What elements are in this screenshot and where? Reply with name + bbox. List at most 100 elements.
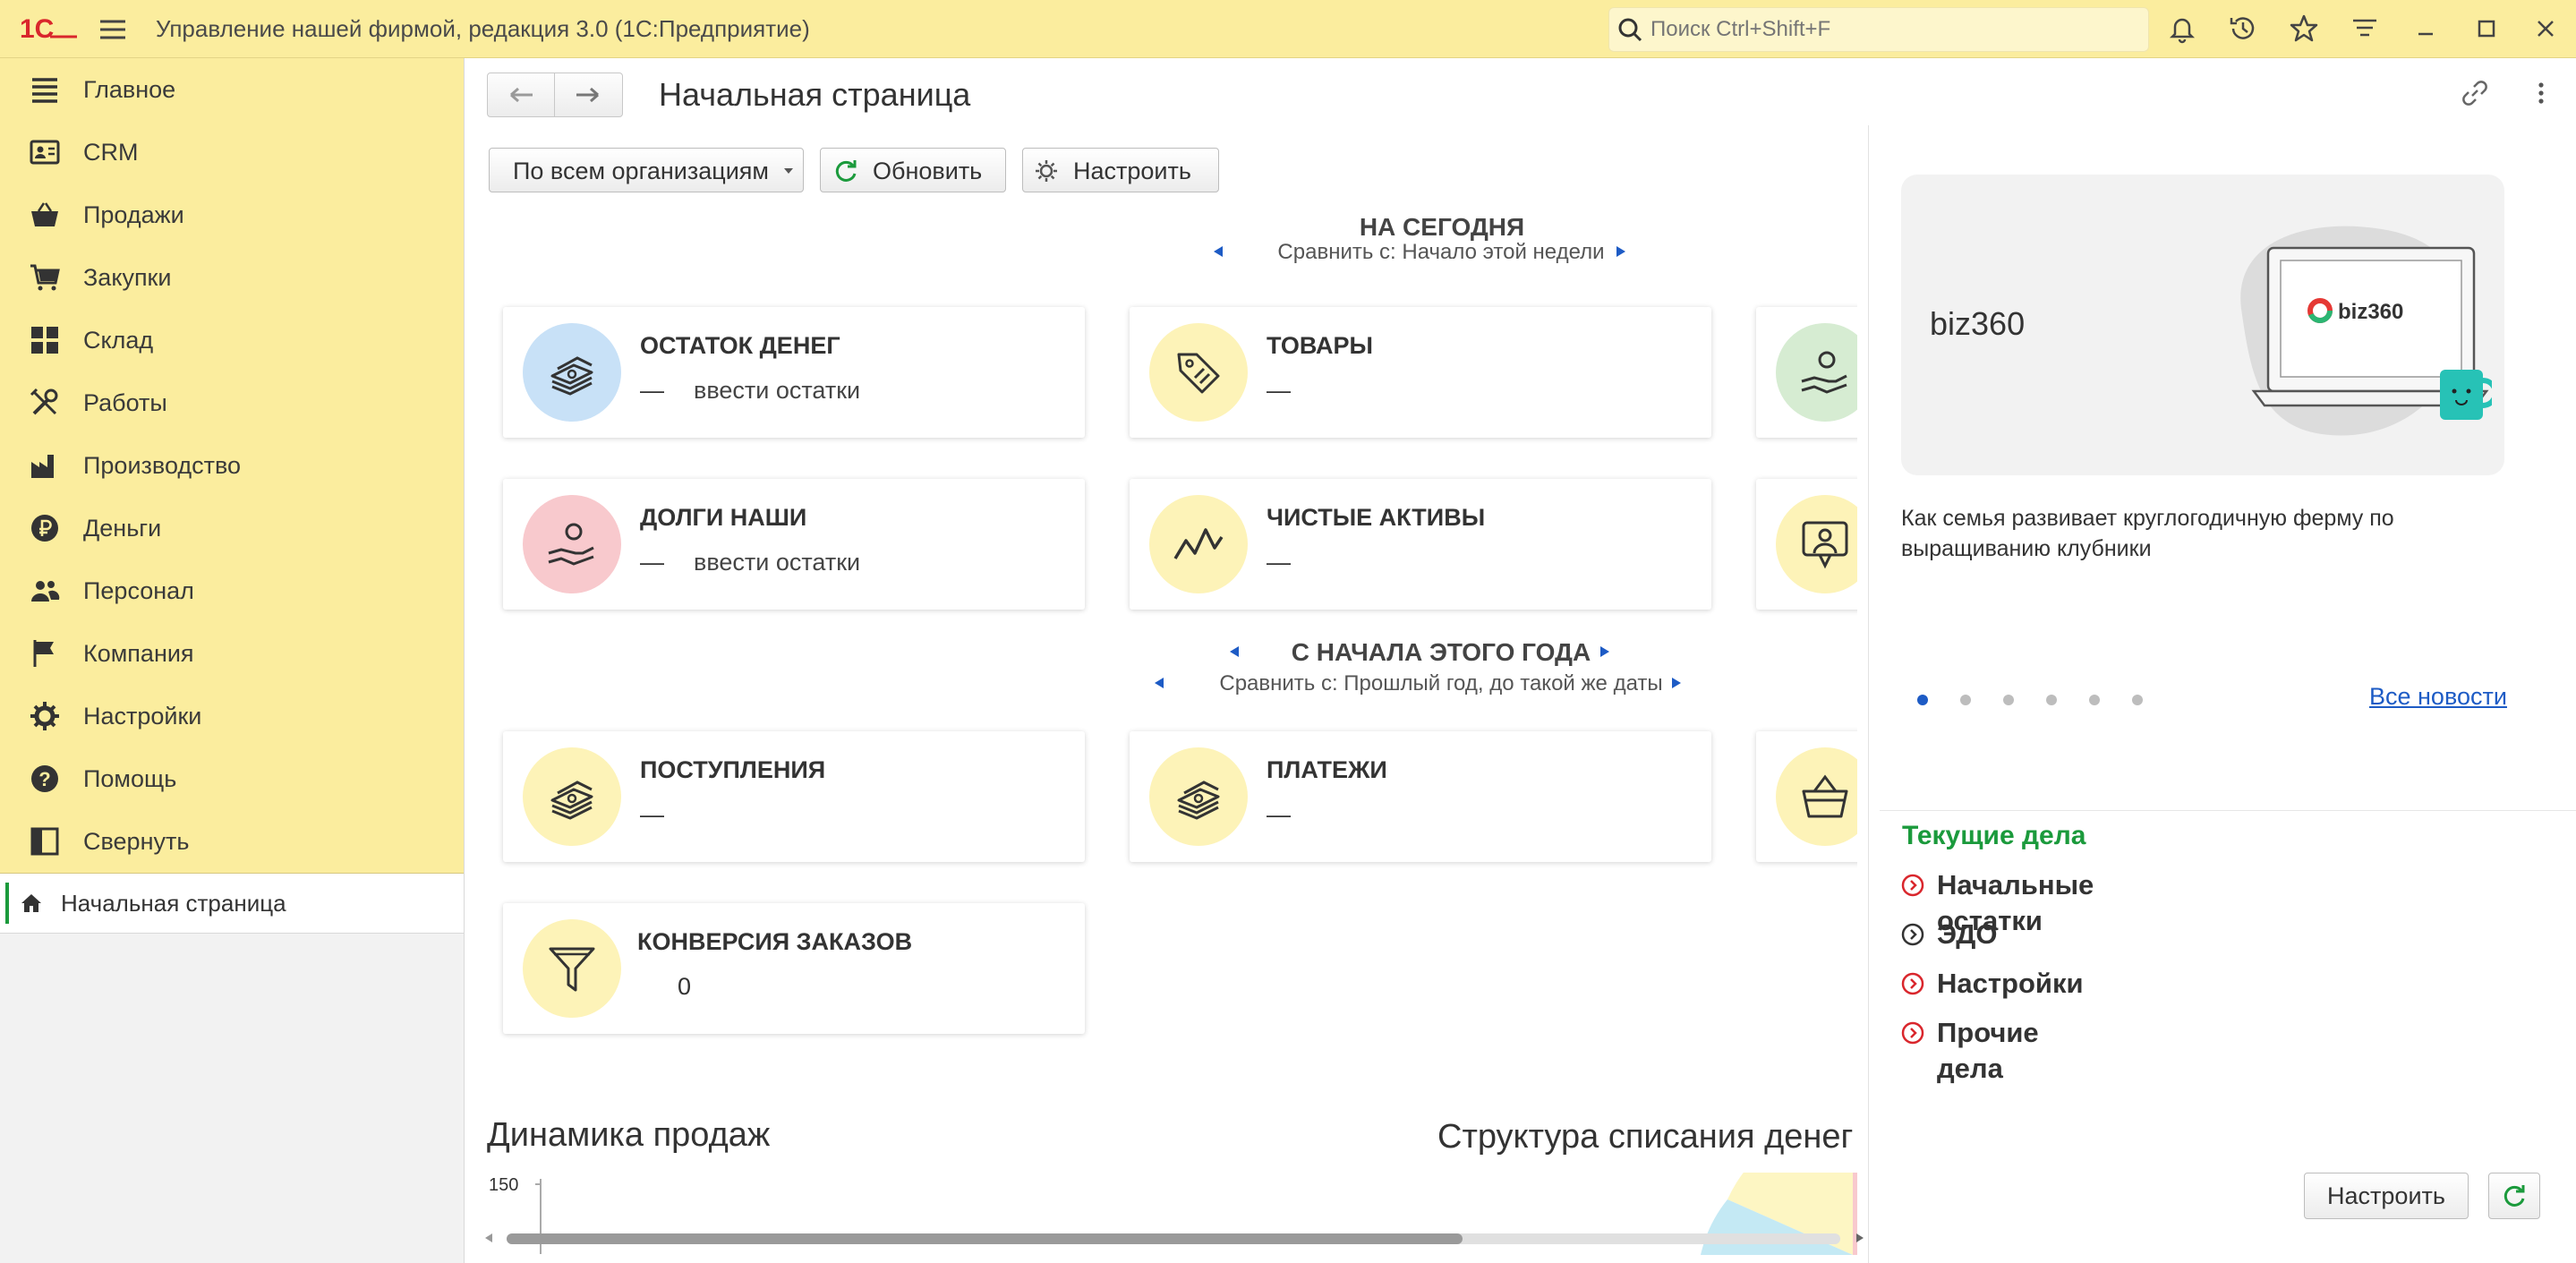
card-note[interactable]: ввести остатки <box>694 377 860 405</box>
money-stack-icon <box>523 323 621 422</box>
card-value: — <box>640 377 664 404</box>
presenter-icon <box>1776 495 1857 593</box>
pager-dot-active[interactable] <box>1917 695 1928 705</box>
search-box[interactable] <box>1608 7 2149 52</box>
pager-dot[interactable] <box>1960 695 1971 705</box>
card-note[interactable]: ввести остатки <box>694 549 860 576</box>
today-heading: НА СЕГОДНЯ <box>1359 213 1525 241</box>
pager-dot[interactable] <box>2089 695 2100 705</box>
year-compare-label[interactable]: Сравнить с: Прошлый год, до такой же дат… <box>1181 671 1701 696</box>
sidebar-item-label: Главное <box>83 76 176 103</box>
sections-panel: Главное CRM Продажи Закупки Склад Работы… <box>0 58 464 874</box>
chevron-circle-icon <box>1901 1021 1924 1045</box>
svg-text:biz360: biz360 <box>2338 300 2403 324</box>
card-receivables[interactable] <box>1756 307 1857 438</box>
sidebar-item-works[interactable]: Работы <box>0 371 464 434</box>
panel-divider <box>1868 125 1869 1263</box>
minimize-icon[interactable] <box>2410 13 2442 45</box>
news-brand: biz360 <box>1930 305 2026 342</box>
card-title: ТОВАРЫ <box>1267 332 1373 359</box>
warehouse-grid-icon <box>31 327 58 354</box>
basket-icon <box>1776 747 1857 846</box>
hand-person-icon <box>1776 323 1857 422</box>
card-cash-balance[interactable]: ОСТАТОК ДЕНЕГ — ввести остатки <box>503 307 1085 438</box>
sidebar-item-collapse[interactable]: Свернуть <box>0 810 464 873</box>
chevron-circle-icon <box>1901 874 1924 897</box>
chevron-circle-icon <box>1901 972 1924 995</box>
search-icon <box>1618 18 1642 42</box>
ruble-icon <box>31 515 58 542</box>
list-icon <box>32 78 57 103</box>
sidebar-item-production[interactable]: Производство <box>0 434 464 497</box>
sidebar-item-help[interactable]: ? Помощь <box>0 747 464 810</box>
card-net-assets[interactable]: ЧИСТЫЕ АКТИВЫ — <box>1130 479 1711 610</box>
sidebar: Главное CRM Продажи Закупки Склад Работы… <box>0 58 465 1263</box>
sidebar-item-label: Закупки <box>83 264 172 291</box>
active-marker <box>5 883 9 924</box>
bell-icon[interactable] <box>2166 13 2198 45</box>
sidebar-item-label: Работы <box>83 389 167 416</box>
svg-text:1С: 1С <box>20 14 54 43</box>
close-icon[interactable] <box>2529 13 2562 45</box>
sidebar-item-label: Компания <box>83 640 194 667</box>
card-income[interactable]: ПОСТУПЛЕНИЯ — <box>503 731 1085 862</box>
pager-dot[interactable] <box>2132 695 2143 705</box>
main-content: Начальная страница По всем организациям … <box>465 58 2576 1263</box>
star-icon[interactable] <box>2288 13 2320 45</box>
pager-dot[interactable] <box>2003 695 2014 705</box>
prev-period-icon[interactable] <box>1228 644 1241 659</box>
card-order-conversion[interactable]: КОНВЕРСИЯ ЗАКАЗОВ 0 <box>503 903 1085 1034</box>
menu-icon[interactable] <box>95 14 131 45</box>
cart-icon <box>30 264 60 291</box>
next-compare-icon[interactable] <box>1670 676 1683 690</box>
card-goods[interactable]: ТОВАРЫ — <box>1130 307 1711 438</box>
sidebar-item-sales[interactable]: Продажи <box>0 183 464 246</box>
news-banner[interactable]: biz360 biz360 <box>1901 175 2504 475</box>
horizontal-scrollbar[interactable] <box>485 1225 1868 1251</box>
sidebar-item-label: CRM <box>83 139 139 166</box>
prev-compare-icon[interactable] <box>1153 676 1165 690</box>
card-sales-partial[interactable] <box>1756 731 1857 862</box>
sidebar-item-warehouse[interactable]: Склад <box>0 309 464 371</box>
next-period-icon[interactable] <box>1599 644 1611 659</box>
history-icon[interactable] <box>2227 13 2259 45</box>
1c-logo-icon[interactable]: 1С <box>20 13 79 43</box>
card-value: — <box>1267 549 1291 576</box>
refresh-icon <box>2503 1185 2525 1207</box>
card-value: — <box>1267 377 1291 404</box>
all-news-link[interactable]: Все новости <box>2369 683 2507 711</box>
tasks-refresh-button[interactable] <box>2488 1173 2540 1219</box>
filter-lines-icon[interactable] <box>2349 13 2381 45</box>
maximize-icon[interactable] <box>2470 13 2503 45</box>
card-title: КОНВЕРСИЯ ЗАКАЗОВ <box>637 928 913 955</box>
collapse-panel-icon <box>30 827 59 856</box>
funnel-icon <box>523 919 621 1018</box>
sidebar-item-money[interactable]: Деньги <box>0 497 464 559</box>
card-payments[interactable]: ПЛАТЕЖИ — <box>1130 731 1711 862</box>
card-value: — <box>640 549 664 576</box>
link-icon[interactable] <box>2458 76 2492 110</box>
card-our-debts[interactable]: ДОЛГИ НАШИ — ввести остатки <box>503 479 1085 610</box>
sidebar-item-main[interactable]: Главное <box>0 58 464 121</box>
sidebar-item-purchases[interactable]: Закупки <box>0 246 464 309</box>
card-title: ЧИСТЫЕ АКТИВЫ <box>1267 504 1486 531</box>
next-period-icon[interactable] <box>1615 244 1627 259</box>
pager-dot[interactable] <box>2046 695 2057 705</box>
card-title: ДОЛГИ НАШИ <box>640 504 807 531</box>
price-tag-icon <box>1149 323 1248 422</box>
factory-icon <box>31 455 54 478</box>
more-menu-icon[interactable] <box>2524 76 2558 110</box>
sidebar-item-crm[interactable]: CRM <box>0 121 464 183</box>
card-presentation[interactable] <box>1756 479 1857 610</box>
news-text[interactable]: Как семья развивает круглогодичную ферму… <box>1901 503 2528 564</box>
today-compare-label[interactable]: Сравнить с: Начало этой недели <box>1253 240 1629 265</box>
card-value: — <box>1267 801 1291 828</box>
sidebar-item-personnel[interactable]: Персонал <box>0 559 464 622</box>
sidebar-item-company[interactable]: Компания <box>0 622 464 685</box>
sidebar-item-label: Продажи <box>83 201 184 228</box>
tasks-configure-button[interactable]: Настроить <box>2304 1173 2469 1219</box>
prev-period-icon[interactable] <box>1212 244 1224 259</box>
sidebar-item-settings[interactable]: Настройки <box>0 685 464 747</box>
open-window-home[interactable]: Начальная страница <box>0 874 464 934</box>
search-input[interactable] <box>1649 8 2136 51</box>
